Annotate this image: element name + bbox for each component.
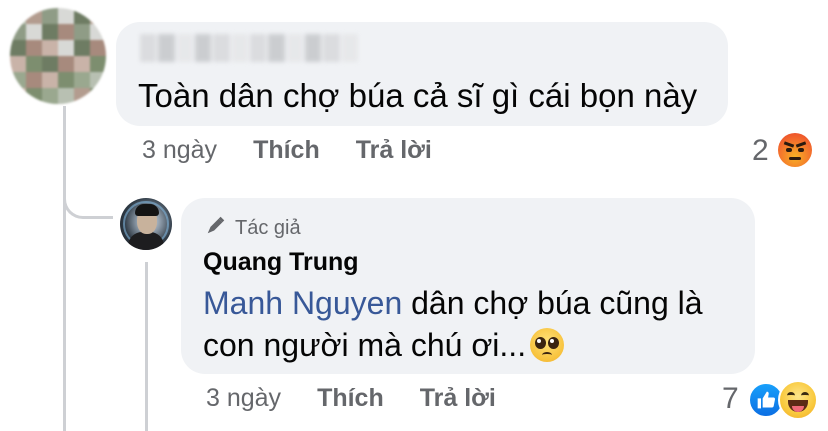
author-badge: Tác giả bbox=[205, 214, 301, 242]
comment-bubble: Toàn dân chợ búa cả sĩ gì cái bọn này bbox=[116, 22, 728, 126]
thread-line bbox=[63, 106, 66, 431]
comment-actions: 3 ngày Thích Trả lời bbox=[142, 136, 432, 165]
reply-bubble: Tác giả Quang Trung Manh Nguyen dân chợ … bbox=[181, 198, 755, 374]
pen-icon bbox=[205, 214, 227, 242]
author-badge-label: Tác giả bbox=[235, 216, 301, 239]
avatar[interactable] bbox=[10, 8, 106, 104]
reaction-count[interactable]: 2 bbox=[752, 134, 769, 168]
reply-text: Manh Nguyen dân chợ búa cũng là con ngườ… bbox=[203, 282, 743, 366]
like-button[interactable]: Thích bbox=[317, 384, 384, 413]
reply-time[interactable]: 3 ngày bbox=[206, 384, 281, 413]
pleading-face-icon bbox=[530, 328, 565, 362]
reaction-count[interactable]: 7 bbox=[722, 382, 739, 416]
like-button[interactable]: Thích bbox=[253, 136, 320, 165]
reply-connector bbox=[63, 165, 113, 219]
reply-button[interactable]: Trả lời bbox=[420, 384, 496, 413]
reply-author-name[interactable]: Quang Trung bbox=[203, 248, 359, 277]
reply-thread-line bbox=[145, 262, 148, 431]
reply-actions: 3 ngày Thích Trả lời bbox=[206, 384, 496, 413]
angry-emoji-icon[interactable] bbox=[778, 133, 812, 167]
mention-link[interactable]: Manh Nguyen bbox=[203, 285, 402, 321]
blurred-author-name[interactable] bbox=[140, 34, 358, 62]
haha-emoji-icon[interactable] bbox=[778, 380, 818, 420]
comment-text: Toàn dân chợ búa cả sĩ gì cái bọn này bbox=[138, 77, 698, 114]
avatar[interactable] bbox=[120, 198, 172, 250]
reply-button[interactable]: Trả lời bbox=[356, 136, 432, 165]
comment-time[interactable]: 3 ngày bbox=[142, 136, 217, 165]
